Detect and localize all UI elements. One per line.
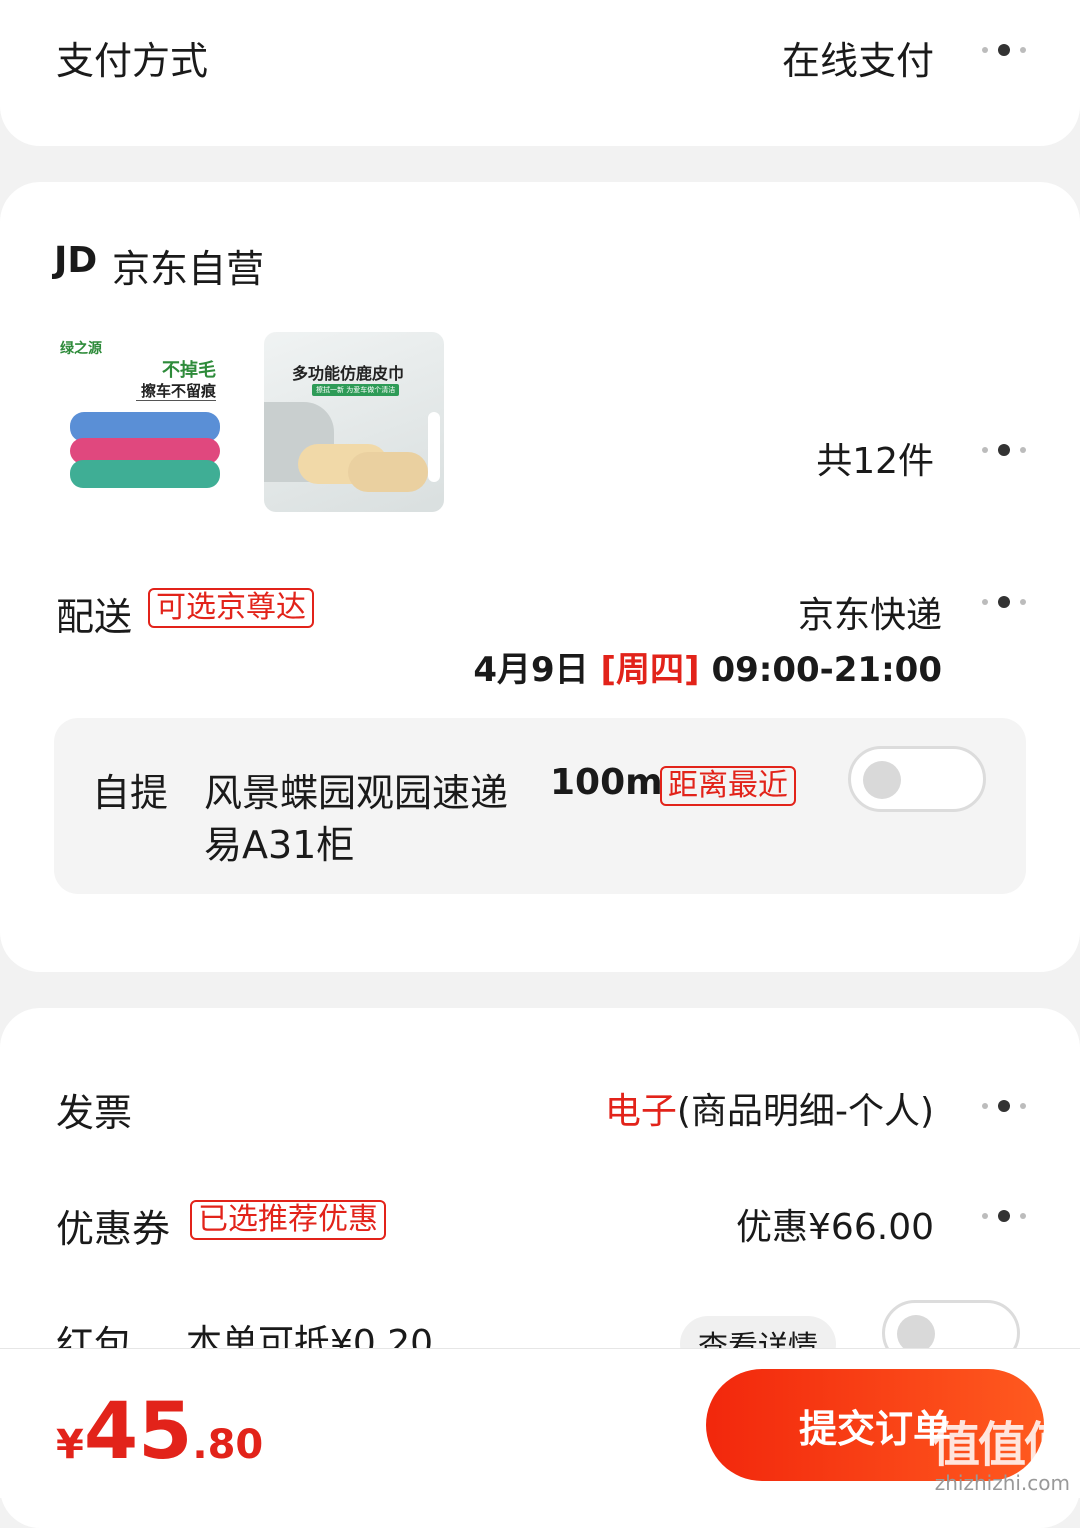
delivery-weekday: [周四] — [600, 650, 700, 690]
coupon-label: 优惠券 — [56, 1207, 171, 1251]
vase — [428, 412, 440, 482]
delivery-slot: 4月9日 [周四] 09:00-21:00 — [473, 642, 942, 691]
coupon-badge: 已选推荐优惠 — [190, 1200, 386, 1240]
store-card: JD 京东自营 绿之源 不掉毛 擦车不留痕 多功能仿鹿皮巾 擦拭一新 为爱车做个… — [0, 182, 1080, 972]
product-thumbnail-towels[interactable]: 绿之源 不掉毛 擦车不留痕 — [56, 332, 236, 512]
payment-label: 支付方式 — [56, 39, 209, 83]
more-icon[interactable] — [982, 444, 1026, 456]
towel-green — [70, 460, 220, 488]
pickup-label: 自提 — [92, 771, 169, 815]
product-tagline-red: 不掉毛 — [162, 360, 216, 381]
more-icon[interactable] — [982, 1210, 1026, 1222]
payment-card[interactable]: 支付方式 在线支付 — [0, 0, 1080, 146]
delivery-badge[interactable]: 可选京尊达 — [148, 588, 314, 628]
product-title: 多功能仿鹿皮巾 — [292, 364, 405, 383]
more-icon[interactable] — [982, 1100, 1026, 1112]
currency-symbol: ¥ — [56, 1422, 84, 1468]
brand-logo: 绿之源 — [60, 341, 102, 357]
invoice-detail: (商品明细-个人) — [676, 1091, 934, 1132]
watermark-url: zhizhizhi.com — [934, 1471, 1070, 1495]
product-thumbnail-chamois[interactable]: 多功能仿鹿皮巾 擦拭一新 为爱车做个清洁 — [264, 332, 444, 512]
price-integer: 45 — [83, 1387, 193, 1477]
pickup-box: 自提 风景蝶园观园速递 易A31柜 100m 距离最近 — [54, 718, 1026, 894]
pickup-location-line2: 易A31柜 — [204, 823, 355, 867]
item-count[interactable]: 共12件 — [816, 432, 934, 484]
watermark-logo: 值值值 — [931, 1417, 1072, 1473]
delivery-date: 4月9日 — [473, 650, 589, 690]
invoice-type: 电子 — [604, 1091, 677, 1132]
payment-value: 在线支付 — [781, 39, 934, 83]
submit-order-label: 提交订单 — [798, 1406, 951, 1451]
more-icon[interactable] — [982, 44, 1026, 56]
invoice-value[interactable]: 电子(商品明细-个人) — [605, 1082, 934, 1134]
pickup-distance: 100m — [550, 762, 663, 803]
jd-logo: JD — [54, 240, 98, 281]
more-icon[interactable] — [982, 596, 1026, 608]
price-decimal: .80 — [192, 1422, 264, 1468]
delivery-label: 配送 — [56, 595, 133, 639]
product-subtitle: 擦拭一新 为爱车做个清洁 — [312, 384, 400, 396]
delivery-carrier[interactable]: 京东快递 — [798, 586, 942, 638]
product-tagline: 擦车不留痕 — [140, 382, 216, 400]
bottom-bar: ¥45.80 提交订单 值值值 zhizhizhi.com — [0, 1348, 1080, 1498]
coupon-value[interactable]: 优惠¥66.00 — [736, 1198, 934, 1250]
delivery-time: 09:00-21:00 — [711, 650, 942, 690]
invoice-label: 发票 — [56, 1091, 133, 1135]
total-price: ¥45.80 — [56, 1387, 263, 1477]
pickup-location-line1: 风景蝶园观园速递 — [204, 771, 509, 815]
pickup-badge: 距离最近 — [660, 766, 796, 806]
chamois-roll-2 — [348, 452, 428, 492]
store-name: 京东自营 — [112, 247, 265, 291]
pickup-toggle[interactable] — [848, 746, 986, 812]
